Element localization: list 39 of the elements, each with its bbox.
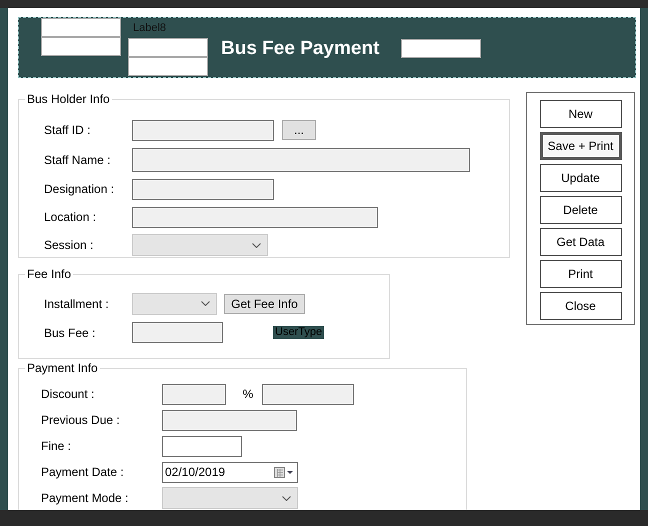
- action-button[interactable]: Get Data: [540, 228, 622, 256]
- chevron-icon: [252, 242, 261, 248]
- header-text-box[interactable]: [128, 57, 208, 76]
- action-button[interactable]: Print: [540, 260, 622, 288]
- form-button[interactable]: ...: [282, 120, 316, 140]
- action-button[interactable]: Update: [540, 164, 622, 192]
- group-title: Bus Holder Info: [26, 92, 111, 106]
- field-label: Location :: [43, 210, 98, 224]
- date-picker[interactable]: 02/10/2019: [162, 462, 298, 482]
- action-button[interactable]: Save + Print: [540, 132, 622, 160]
- action-button[interactable]: Delete: [540, 196, 622, 224]
- user-type-label: UserType: [273, 326, 324, 339]
- header-text-box[interactable]: [41, 37, 121, 56]
- action-button[interactable]: New: [540, 100, 622, 128]
- form-button[interactable]: Get Fee Info: [224, 294, 305, 314]
- unit-label: %: [242, 387, 254, 401]
- input-field[interactable]: [162, 436, 242, 456]
- field-label: Bus Fee :: [43, 326, 96, 340]
- header-text-box[interactable]: [128, 38, 208, 57]
- header-text-box[interactable]: [41, 18, 121, 37]
- group-title: Fee Info: [26, 267, 72, 281]
- field-label: Designation :: [43, 182, 116, 196]
- field-label: Payment Mode :: [40, 491, 130, 505]
- field-label: Staff Name :: [43, 152, 112, 166]
- field-label: Discount :: [40, 387, 96, 401]
- field-label: Installment :: [43, 296, 110, 310]
- field-label: Session :: [43, 238, 94, 252]
- field-label: Payment Date :: [40, 465, 125, 479]
- field-label: Previous Due :: [40, 413, 121, 427]
- field-label: Staff ID :: [43, 123, 92, 137]
- chevron-icon: [201, 301, 210, 306]
- chevron-icon: [282, 496, 291, 500]
- form-title: Bus Fee Payment: [221, 38, 380, 60]
- header-text-box[interactable]: [401, 39, 482, 58]
- group-title: Payment Info: [26, 361, 99, 375]
- field-label: Fine :: [40, 439, 72, 453]
- header-label: Label8: [133, 21, 168, 35]
- action-button[interactable]: Close: [540, 292, 622, 320]
- calendar-icon: [274, 466, 294, 478]
